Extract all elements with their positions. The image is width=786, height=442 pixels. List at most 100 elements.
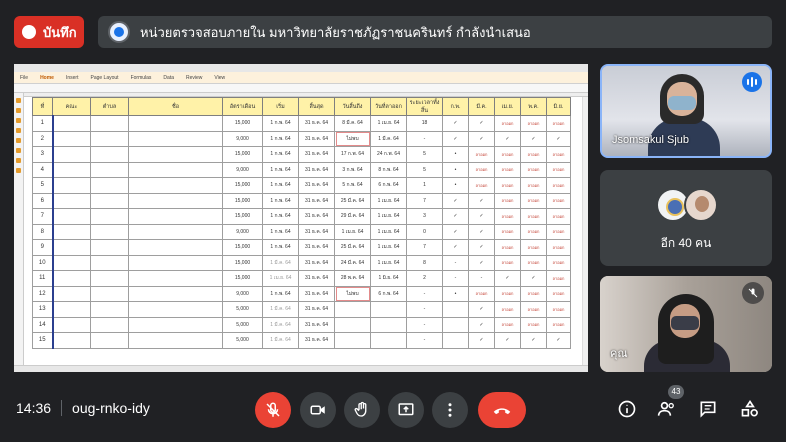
table-cell[interactable] <box>51 239 91 256</box>
table-cell[interactable]: 1 มี.ค. 64 <box>262 254 299 271</box>
table-cell[interactable] <box>90 239 129 256</box>
table-cell[interactable] <box>128 177 223 194</box>
table-cell[interactable] <box>90 254 129 271</box>
participant-tile-active[interactable]: Jsomsakul Sjub <box>600 64 772 158</box>
table-cell[interactable] <box>51 177 91 194</box>
table-cell[interactable]: ลาออก <box>494 177 521 194</box>
table-cell[interactable] <box>51 301 91 318</box>
table-cell[interactable] <box>370 332 407 349</box>
table-cell[interactable]: 31 ธ.ค. 64 <box>298 285 335 302</box>
table-cell[interactable]: ลาออก <box>468 285 495 302</box>
table-cell[interactable]: ✓ <box>442 239 469 256</box>
table-cell[interactable]: 15,000 <box>222 270 263 287</box>
table-cell[interactable] <box>90 192 129 209</box>
table-cell[interactable]: ลาออก <box>546 192 571 209</box>
table-cell[interactable]: 5 ก.พ. 64 <box>334 177 371 194</box>
table-cell[interactable]: 31 ธ.ค. 64 <box>298 115 335 132</box>
table-cell[interactable]: 15,000 <box>222 208 263 225</box>
table-cell[interactable]: ลาออก <box>546 285 571 302</box>
table-cell[interactable]: • <box>442 285 469 302</box>
table-cell[interactable]: 31 ธ.ค. 64 <box>298 161 335 178</box>
table-cell[interactable]: 24 ก.พ. 64 <box>370 146 407 163</box>
table-cell[interactable]: ไม่พบ <box>334 285 371 302</box>
table-cell[interactable]: 4 <box>32 161 53 178</box>
table-cell[interactable] <box>442 332 469 349</box>
table-cell[interactable]: ลาออก <box>520 208 547 225</box>
table-cell[interactable]: 3 ก.พ. 64 <box>334 161 371 178</box>
table-cell[interactable]: 1 ก.พ. 64 <box>262 130 299 147</box>
table-cell[interactable]: 1 มี.ค. 64 <box>370 130 407 147</box>
table-cell[interactable]: - <box>406 301 443 318</box>
table-cell[interactable]: 1 เม.ย. 64 <box>370 192 407 209</box>
table-cell[interactable] <box>51 332 91 349</box>
table-cell[interactable]: 3 <box>32 146 53 163</box>
table-cell[interactable]: 15,000 <box>222 254 263 271</box>
table-cell[interactable]: 14 <box>32 316 53 333</box>
table-cell[interactable]: ลาออก <box>546 270 571 287</box>
table-cell[interactable] <box>90 130 129 147</box>
table-cell[interactable]: 28 พ.ค. 64 <box>334 270 371 287</box>
meeting-details-button[interactable] <box>614 396 640 422</box>
table-cell[interactable]: ลาออก <box>520 146 547 163</box>
table-cell[interactable] <box>51 146 91 163</box>
table-cell[interactable] <box>334 301 371 318</box>
table-cell[interactable] <box>51 316 91 333</box>
table-cell[interactable]: 1 ก.พ. 64 <box>262 161 299 178</box>
table-cell[interactable]: ✓ <box>442 223 469 240</box>
self-view-tile[interactable]: คุณ <box>600 276 772 372</box>
table-cell[interactable] <box>51 254 91 271</box>
table-cell[interactable]: ลาออก <box>520 115 547 132</box>
present-now-button[interactable] <box>388 392 424 428</box>
table-cell[interactable]: 8 ก.พ. 64 <box>370 161 407 178</box>
table-cell[interactable]: ✓ <box>442 192 469 209</box>
table-cell[interactable] <box>51 161 91 178</box>
table-cell[interactable]: 31 ธ.ค. 64 <box>298 239 335 256</box>
excel-ribbon-tab[interactable]: Review <box>186 75 202 81</box>
table-cell[interactable]: ลาออก <box>494 254 521 271</box>
table-cell[interactable]: 8 <box>406 254 443 271</box>
table-cell[interactable]: ลาออก <box>546 316 571 333</box>
table-cell[interactable]: 2 <box>406 270 443 287</box>
table-cell[interactable] <box>90 161 129 178</box>
table-cell[interactable]: 9 <box>32 239 53 256</box>
table-cell[interactable]: 1 เม.ย. 64 <box>370 115 407 132</box>
table-cell[interactable]: ✓ <box>520 270 547 287</box>
table-cell[interactable]: ลาออก <box>520 223 547 240</box>
table-cell[interactable]: • <box>442 177 469 194</box>
table-cell[interactable]: 15,000 <box>222 177 263 194</box>
table-cell[interactable]: ✓ <box>468 223 495 240</box>
table-cell[interactable]: ลาออก <box>546 239 571 256</box>
table-cell[interactable]: ลาออก <box>494 192 521 209</box>
table-cell[interactable]: ลาออก <box>494 161 521 178</box>
table-cell[interactable] <box>128 285 223 302</box>
table-cell[interactable]: 7 <box>406 239 443 256</box>
table-cell[interactable] <box>90 332 129 349</box>
table-cell[interactable]: 31 ธ.ค. 64 <box>298 192 335 209</box>
table-cell[interactable] <box>334 332 371 349</box>
table-cell[interactable]: ไม่พบ <box>334 130 371 147</box>
table-cell[interactable]: 1 มี.ค. 64 <box>262 301 299 318</box>
table-cell[interactable]: 5,000 <box>222 316 263 333</box>
table-cell[interactable]: ✓ <box>468 301 495 318</box>
table-cell[interactable]: 1 เม.ย. 64 <box>262 270 299 287</box>
table-cell[interactable] <box>90 208 129 225</box>
table-cell[interactable]: ✓ <box>546 332 571 349</box>
table-cell[interactable]: 31 ธ.ค. 64 <box>298 301 335 318</box>
table-cell[interactable]: 5 <box>406 146 443 163</box>
table-cell[interactable]: ลาออก <box>520 239 547 256</box>
table-cell[interactable]: 17 ก.พ. 64 <box>334 146 371 163</box>
excel-ribbon-tab[interactable]: Home <box>40 75 54 81</box>
table-cell[interactable] <box>51 270 91 287</box>
table-cell[interactable]: 0 <box>406 223 443 240</box>
table-cell[interactable] <box>128 223 223 240</box>
table-cell[interactable]: 15,000 <box>222 239 263 256</box>
table-cell[interactable]: ลาออก <box>546 177 571 194</box>
table-cell[interactable]: 6 ก.พ. 64 <box>370 285 407 302</box>
table-cell[interactable]: 1 ก.พ. 64 <box>262 223 299 240</box>
activities-button[interactable] <box>737 396 763 422</box>
table-cell[interactable]: ลาออก <box>520 161 547 178</box>
table-cell[interactable] <box>128 332 223 349</box>
table-cell[interactable]: - <box>468 270 495 287</box>
table-cell[interactable] <box>51 192 91 209</box>
raise-hand-button[interactable] <box>344 392 380 428</box>
